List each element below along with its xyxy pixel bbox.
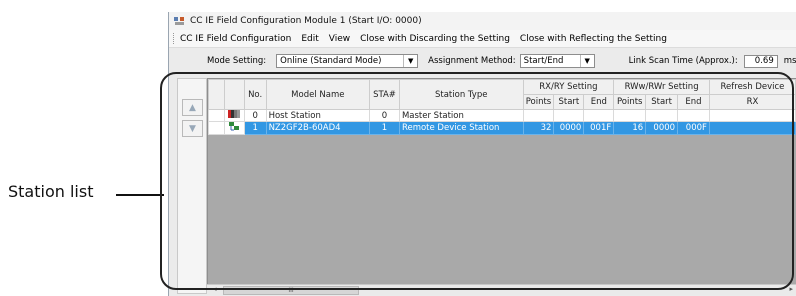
sta-cell: 1 [369,121,400,135]
header-sta[interactable]: STA# [369,79,400,110]
header-rx-start[interactable]: Start [553,94,585,110]
model-name-cell: Host Station [265,109,371,122]
link-scan-time-unit: ms [783,56,796,66]
no-cell: 0 [243,109,267,122]
station-type-cell: Remote Device Station [398,121,524,135]
configuration-window: CC IE Field Configuration Module 1 (Star… [168,12,796,296]
remote-device-icon [223,121,245,135]
plc-icon [223,109,245,122]
move-down-button[interactable]: ▼ [182,120,203,137]
triangle-up-icon: ▲ [189,102,196,113]
menu-edit[interactable]: Edit [301,34,318,44]
header-station-type[interactable]: Station Type [398,79,524,110]
header-refresh-device: Refresh Device [708,79,796,95]
scroll-thumb[interactable]: III [223,286,359,295]
header-rxry-setting: RX/RY Setting [522,79,615,95]
toolbar-grip [173,33,176,44]
header-rx-points[interactable]: Points [522,94,555,110]
rx-end-cell [583,109,615,122]
scroll-right-icon[interactable]: ▸ [789,285,793,293]
header-icon [223,79,245,110]
header-rx-end[interactable]: End [583,94,615,110]
rw-start-cell [645,109,679,122]
header-no[interactable]: No. [243,79,267,110]
assignment-method-select[interactable]: Start/End ▼ [519,54,595,68]
mode-setting-value: Online (Standard Mode) [280,56,382,66]
app-icon [174,17,184,25]
refresh-rx-cell [708,109,796,122]
rw-start-cell: 0000 [645,121,679,135]
table-row[interactable]: 0 Host Station 0 Master Station [208,109,796,122]
header-rw-end[interactable]: End [677,94,710,110]
header-refresh-rx[interactable]: RX [708,94,796,110]
scroll-thumb-grip: III [288,287,294,294]
rx-points-cell: 32 [522,121,555,135]
mode-setting-label: Mode Setting: [207,56,267,66]
menu-close-reflect[interactable]: Close with Reflecting the Setting [520,34,667,44]
model-name-cell: NZ2GF2B-60AD4 [265,121,371,135]
horizontal-scrollbar[interactable]: ◂ III ▸ [207,284,796,295]
station-table: No. Model Name STA# Station Type RX/RY S… [208,79,796,135]
refresh-rx-cell [708,121,796,135]
header-model-name[interactable]: Model Name [265,79,371,110]
mode-setting-select[interactable]: Online (Standard Mode) ▼ [276,54,419,68]
row-order-pane: ▲ ▼ [177,78,207,294]
rw-points-cell: 16 [613,121,647,135]
rx-points-cell [522,109,555,122]
rw-end-cell [677,109,710,122]
row-number-cell [208,109,225,122]
assignment-method-label: Assignment Method: [428,56,516,66]
menu-view[interactable]: View [329,34,350,44]
title-bar: CC IE Field Configuration Module 1 (Star… [169,12,796,30]
rx-start-cell [553,109,585,122]
chevron-down-icon[interactable]: ▼ [579,55,594,67]
assignment-method-value: Start/End [523,56,564,66]
row-number-cell [208,121,225,135]
chevron-down-icon[interactable]: ▼ [403,55,417,67]
sta-cell: 0 [369,109,400,122]
callout-line [116,194,164,196]
rx-start-cell: 0000 [553,121,585,135]
station-list[interactable]: No. Model Name STA# Station Type RX/RY S… [207,78,796,294]
rx-end-cell: 001F [583,121,615,135]
rw-end-cell: 000F [677,121,710,135]
menu-bar: CC IE Field Configuration Edit View Clos… [169,30,796,48]
station-type-cell: Master Station [398,109,524,122]
scroll-left-icon[interactable]: ◂ [213,285,217,293]
link-scan-time-field: 0.69 [743,54,778,68]
header-rw-points[interactable]: Points [613,94,647,110]
menu-cc-ie-field-configuration[interactable]: CC IE Field Configuration [180,34,291,44]
no-cell: 1 [243,121,267,135]
header-rw-start[interactable]: Start [645,94,679,110]
header-rwwrwr-setting: RWw/RWr Setting [613,79,710,95]
move-up-button[interactable]: ▲ [182,99,203,116]
rw-points-cell [613,109,647,122]
callout-label: Station list [8,182,94,201]
table-row[interactable]: 1 NZ2GF2B-60AD4 1 Remote Device Station … [208,121,796,135]
triangle-down-icon: ▼ [189,123,196,134]
menu-close-discard[interactable]: Close with Discarding the Setting [360,34,510,44]
header-rownum [208,79,225,110]
link-scan-time-label: Link Scan Time (Approx.): [628,56,738,66]
window-title: CC IE Field Configuration Module 1 (Star… [190,16,422,26]
mode-setting-bar: Mode Setting: Online (Standard Mode) ▼ A… [169,48,796,74]
station-list-area: ▲ ▼ No. Model Name STA# Station Type RX/… [169,73,796,296]
